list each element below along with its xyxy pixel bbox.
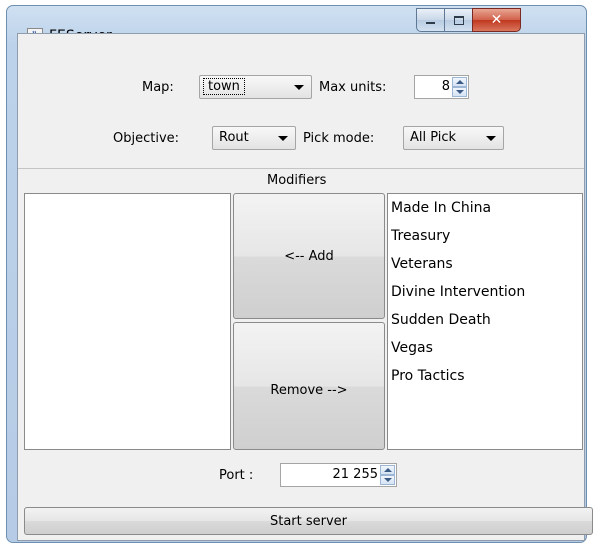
- section-divider: [18, 168, 584, 169]
- max-units-label: Max units:: [319, 80, 387, 95]
- start-server-button[interactable]: Start server: [24, 507, 593, 535]
- port-increment-button[interactable]: [380, 465, 395, 475]
- list-item[interactable]: Pro Tactics: [391, 368, 465, 384]
- spin-down-icon: [456, 90, 464, 94]
- pick-mode-select[interactable]: All Pick: [403, 126, 504, 150]
- port-value: 21 255: [332, 467, 379, 482]
- spin-up-icon: [456, 80, 464, 84]
- spin-down-icon: [384, 478, 392, 482]
- objective-label: Objective:: [113, 131, 180, 146]
- max-units-spinner[interactable]: 8: [414, 75, 469, 99]
- available-modifiers-list[interactable]: Made In China Treasury Veterans Divine I…: [387, 193, 583, 450]
- chevron-down-icon: [294, 85, 304, 90]
- list-item[interactable]: Divine Intervention: [391, 284, 525, 300]
- chevron-down-icon: [278, 136, 288, 141]
- maximize-button[interactable]: [444, 8, 473, 32]
- list-item[interactable]: Made In China: [391, 200, 491, 216]
- port-decrement-button[interactable]: [380, 475, 395, 485]
- modifiers-header: Modifiers: [267, 173, 327, 188]
- pick-mode-selected-value: All Pick: [410, 130, 457, 145]
- add-modifier-button[interactable]: <-- Add: [233, 193, 385, 319]
- selected-modifiers-list[interactable]: [24, 193, 231, 450]
- max-units-value: 8: [441, 79, 450, 94]
- list-item[interactable]: Treasury: [391, 228, 450, 244]
- max-units-increment-button[interactable]: [452, 77, 467, 87]
- port-label: Port :: [219, 468, 254, 483]
- max-units-decrement-button[interactable]: [452, 87, 467, 97]
- list-item[interactable]: Veterans: [391, 256, 453, 272]
- spin-up-icon: [384, 468, 392, 472]
- maximize-icon: [453, 15, 464, 25]
- pick-mode-label: Pick mode:: [303, 131, 375, 146]
- list-item[interactable]: Vegas: [391, 340, 433, 356]
- objective-selected-value: Rout: [219, 130, 249, 145]
- objective-select[interactable]: Rout: [212, 126, 296, 150]
- close-icon: ✕: [490, 12, 503, 28]
- close-button[interactable]: ✕: [472, 8, 521, 32]
- port-spinner[interactable]: 21 255: [280, 463, 397, 487]
- list-item[interactable]: Sudden Death: [391, 312, 491, 328]
- minimize-icon: [426, 22, 435, 24]
- map-select[interactable]: town: [199, 75, 312, 99]
- map-label: Map:: [142, 80, 174, 95]
- map-selected-value: town: [203, 78, 245, 95]
- chevron-down-icon: [486, 136, 496, 141]
- remove-modifier-button[interactable]: Remove -->: [233, 322, 385, 450]
- minimize-button[interactable]: [416, 8, 445, 32]
